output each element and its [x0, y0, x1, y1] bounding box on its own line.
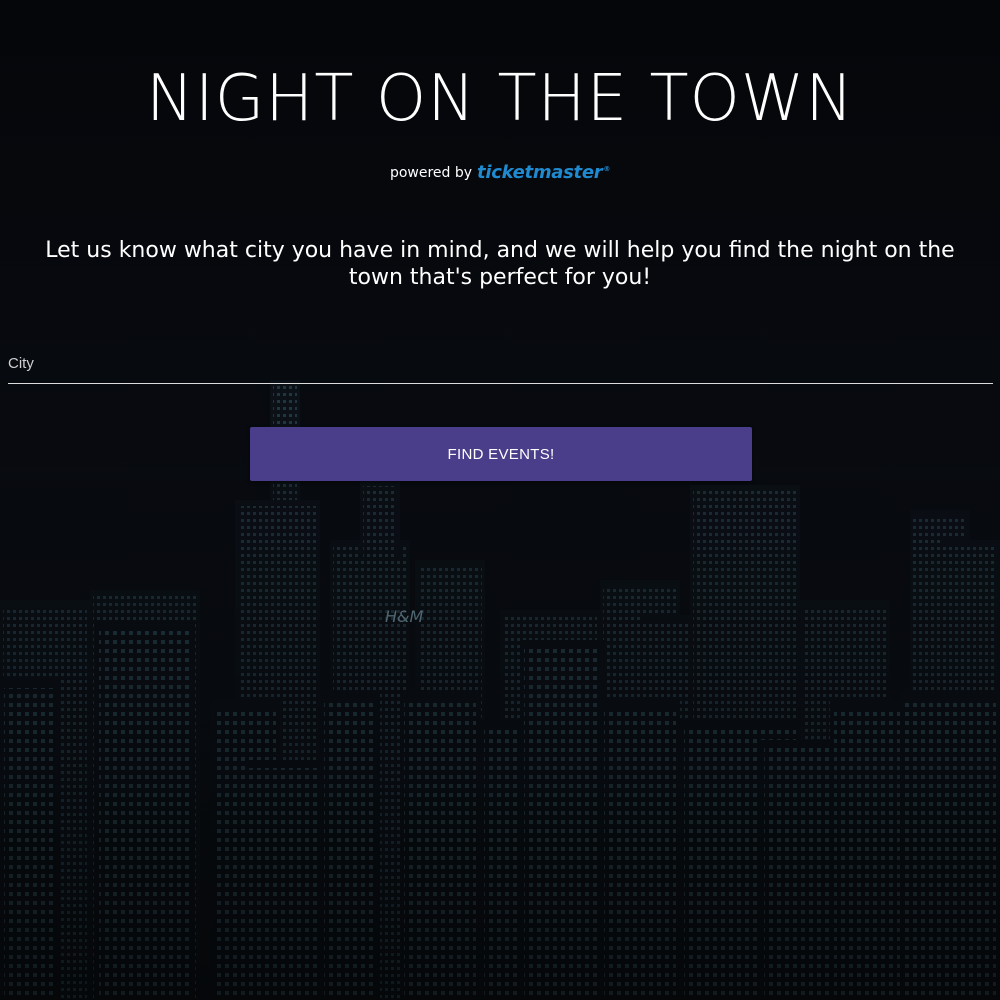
- registered-mark: ®: [603, 165, 611, 173]
- intro-text: Let us know what city you have in mind, …: [45, 238, 955, 290]
- powered-by-label: powered by: [389, 164, 473, 181]
- city-field: [8, 345, 993, 384]
- ticketmaster-wordmark: ticketmaster: [477, 162, 603, 183]
- powered-by-ticketmaster: powered by ticketmaster®: [0, 162, 1000, 183]
- city-input[interactable]: [8, 345, 993, 381]
- ticketmaster-logo: ticketmaster®: [477, 162, 610, 183]
- landing-page: NIGHT ON THE TOWN powered by ticketmaster…: [0, 0, 1000, 1000]
- find-events-button[interactable]: FIND EVENTS!: [250, 427, 752, 481]
- site-title: NIGHT ON THE TOWN: [145, 62, 855, 136]
